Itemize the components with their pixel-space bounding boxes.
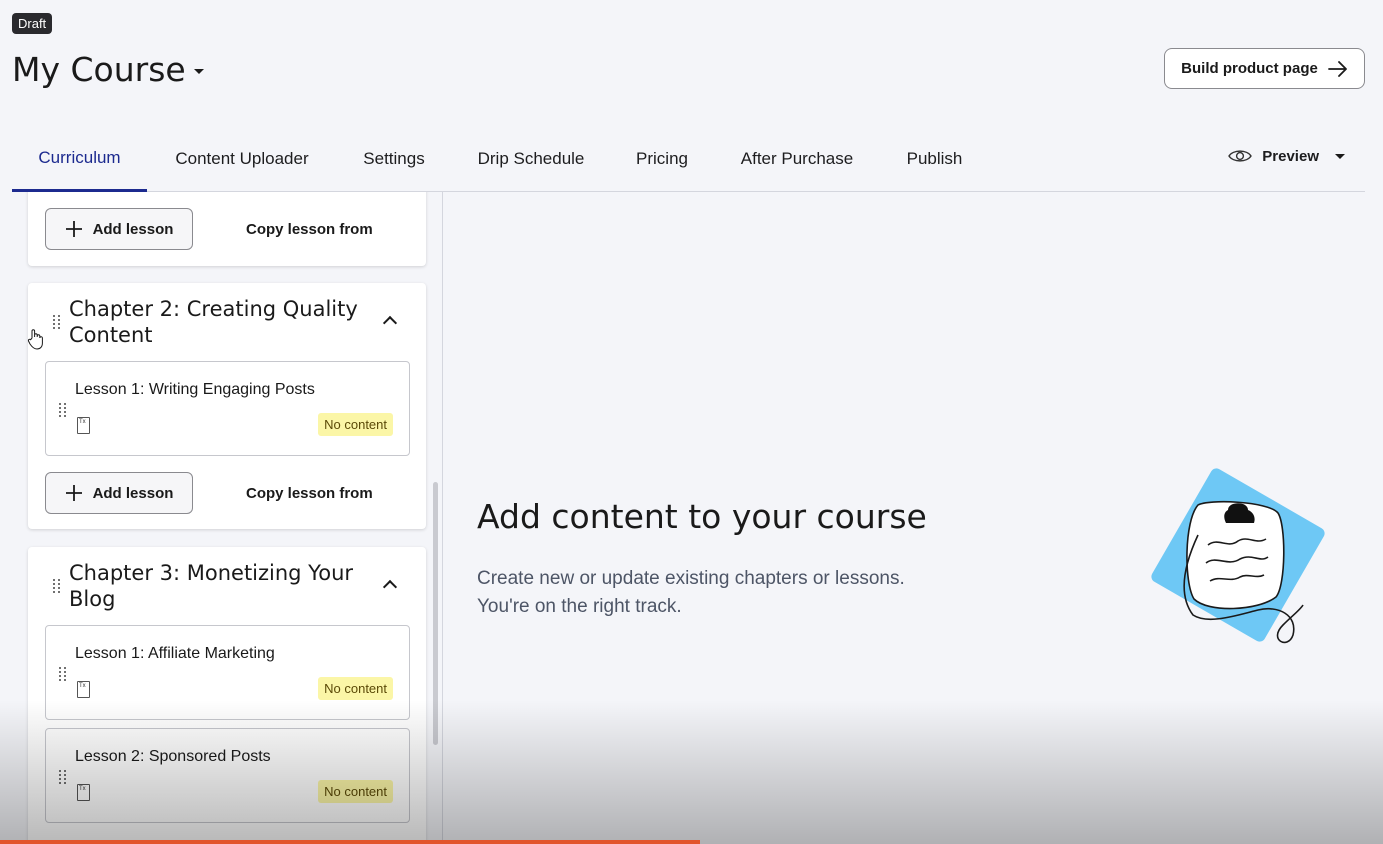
add-lesson-label: Add lesson — [92, 220, 174, 238]
hand-cursor-icon — [27, 329, 43, 350]
caret-down-icon — [193, 69, 204, 74]
caret-down-icon — [1335, 153, 1345, 159]
progress-bar — [0, 840, 700, 844]
tab-pricing[interactable]: Pricing — [622, 126, 702, 192]
chapter-card: Chapter 3: Monetizing Your Blog Lesson 1… — [28, 547, 426, 844]
empty-state-subtext: Create new or update existing chapters o… — [477, 568, 905, 617]
course-title-dropdown[interactable]: My Course — [12, 50, 204, 89]
chevron-up-icon[interactable] — [382, 579, 398, 595]
text-document-icon: Tx — [77, 681, 90, 698]
drag-handle-icon[interactable] — [59, 770, 67, 784]
chevron-up-icon[interactable] — [382, 315, 398, 331]
lesson-item[interactable]: Lesson 1: Affiliate Marketing Tx No cont… — [45, 625, 410, 720]
tab-settings[interactable]: Settings — [347, 126, 441, 192]
chapter-card: Chapter 2: Creating Quality Content Less… — [28, 283, 426, 529]
tab-content-uploader[interactable]: Content Uploader — [162, 126, 322, 192]
no-content-badge: No content — [318, 413, 393, 436]
plus-icon — [65, 485, 82, 501]
preview-label: Preview — [1262, 147, 1319, 165]
drag-handle-icon[interactable] — [53, 315, 61, 329]
tab-bar: Curriculum Content Uploader Settings Dri… — [12, 126, 1365, 192]
chapter-title: Chapter 3: Monetizing Your Blog — [69, 561, 354, 611]
tab-publish[interactable]: Publish — [892, 126, 977, 192]
chapter-title: Chapter 2: Creating Quality Content — [69, 297, 358, 347]
lesson-item[interactable]: Lesson 2: Sponsored Posts Tx No content — [45, 728, 410, 823]
clipboard-illustration-icon — [1151, 468, 1325, 644]
curriculum-panel: Add lesson Copy lesson from Chapter 2: C… — [12, 192, 443, 844]
draft-status-badge: Draft — [12, 13, 53, 34]
tab-curriculum[interactable]: Curriculum — [12, 126, 147, 192]
text-document-icon: Tx — [77, 784, 90, 801]
preview-dropdown[interactable]: Preview — [1228, 126, 1345, 186]
text-document-icon: Tx — [77, 417, 90, 434]
copy-lesson-from-button[interactable]: Copy lesson from — [246, 208, 373, 250]
add-lesson-button[interactable]: Add lesson — [45, 208, 193, 250]
chapter-card-partial: Add lesson Copy lesson from — [28, 192, 426, 266]
empty-state-heading: Add content to your course — [477, 497, 927, 536]
eye-icon — [1228, 150, 1253, 162]
course-title: My Course — [12, 50, 186, 89]
lesson-title: Lesson 2: Sponsored Posts — [75, 748, 271, 765]
plus-icon — [65, 221, 82, 237]
tab-after-purchase[interactable]: After Purchase — [727, 126, 867, 192]
no-content-badge: No content — [318, 780, 393, 803]
add-lesson-button[interactable]: Add lesson — [45, 472, 193, 514]
lesson-title: Lesson 1: Affiliate Marketing — [75, 645, 275, 662]
drag-handle-icon[interactable] — [59, 403, 67, 417]
arrow-right-icon — [1327, 60, 1347, 77]
drag-handle-icon[interactable] — [53, 579, 61, 593]
add-lesson-label: Add lesson — [92, 484, 174, 502]
build-product-page-button[interactable]: Build product page — [1164, 48, 1365, 89]
lesson-item[interactable]: Lesson 1: Writing Engaging Posts Tx No c… — [45, 361, 410, 456]
no-content-badge: No content — [318, 677, 393, 700]
build-button-label: Build product page — [1181, 60, 1318, 77]
scrollbar[interactable] — [433, 482, 438, 745]
lesson-title: Lesson 1: Writing Engaging Posts — [75, 381, 315, 398]
drag-handle-icon[interactable] — [59, 667, 67, 681]
copy-lesson-from-button[interactable]: Copy lesson from — [246, 472, 373, 514]
tab-drip-schedule[interactable]: Drip Schedule — [464, 126, 598, 192]
